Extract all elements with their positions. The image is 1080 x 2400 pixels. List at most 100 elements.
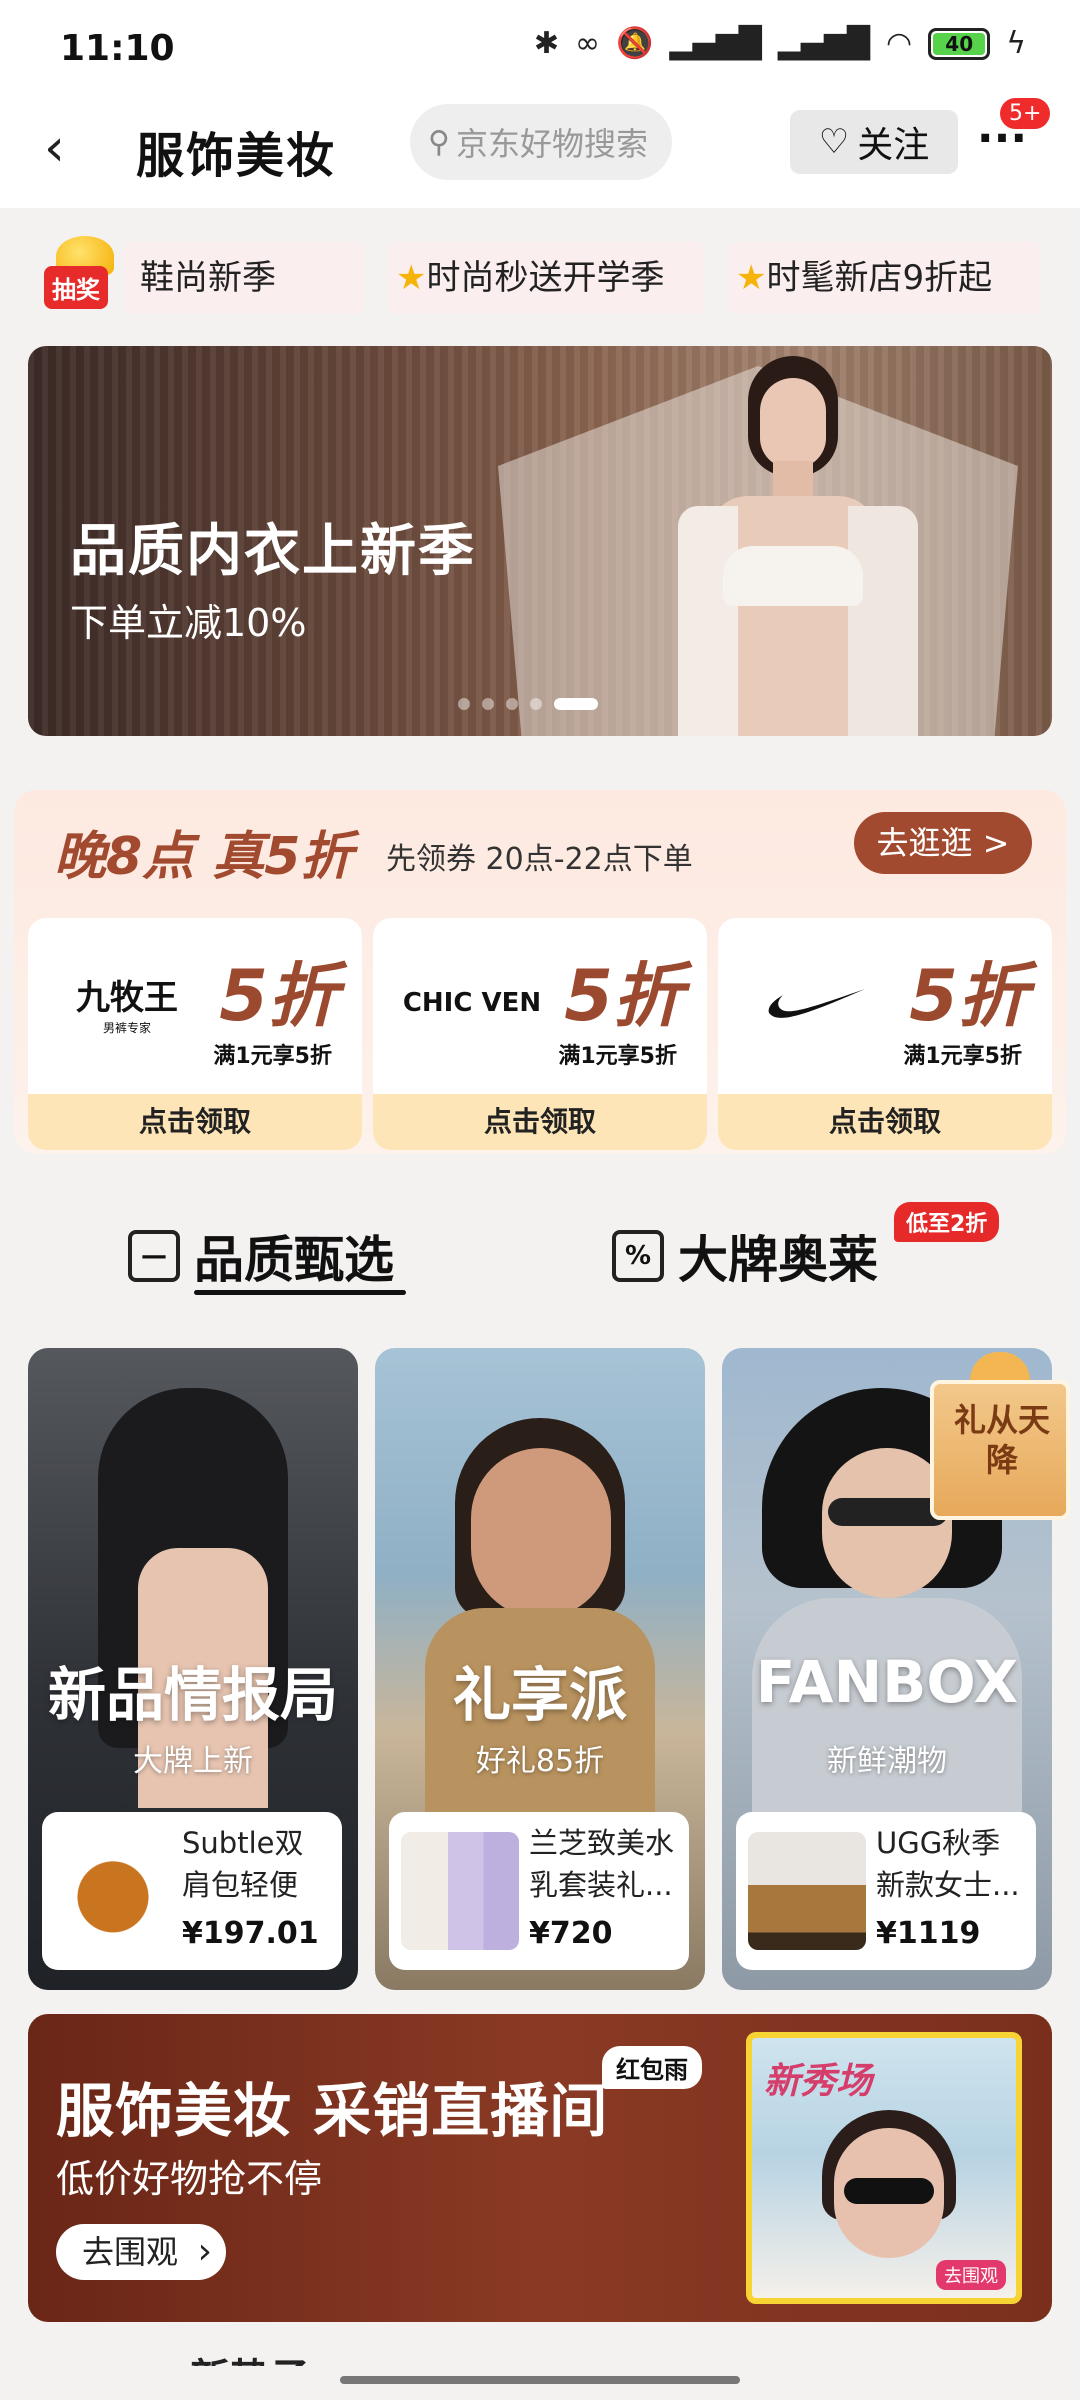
discount-value: 5折 bbox=[909, 955, 1028, 1037]
card-title: 新品情报局 bbox=[47, 1661, 338, 1729]
battery-icon: 40 bbox=[928, 27, 991, 60]
live-thumbnail[interactable]: 新秀场 去围观 bbox=[746, 2032, 1022, 2304]
active-tab-indicator bbox=[194, 1290, 406, 1295]
browse-button[interactable]: 去逛逛 > bbox=[854, 812, 1032, 874]
chevron-left-icon: ‹ bbox=[44, 118, 65, 178]
star-icon: ★ bbox=[736, 258, 767, 298]
live-title: 服饰美妆 采销直播间 bbox=[56, 2077, 609, 2145]
watch-button[interactable]: 去围观 › bbox=[56, 2224, 226, 2280]
card-title: 礼享派 bbox=[452, 1661, 627, 1729]
link-icon: ∞ bbox=[575, 26, 601, 61]
discount-tag-icon: % bbox=[612, 1230, 664, 1282]
card-subtitle: 好礼85折 bbox=[475, 1744, 605, 1779]
livestream-banner[interactable]: 服饰美妆 采销直播间 低价好物抢不停 去围观 › 红包雨 新秀场 去围观 bbox=[28, 2014, 1052, 2322]
coupon-condition: 满1元享5折 bbox=[558, 1044, 677, 1069]
product-price: ¥720 bbox=[529, 1916, 613, 1951]
product-name: Subtle双肩包轻便大... bbox=[182, 1826, 304, 1902]
mute-icon: 🔕 bbox=[616, 26, 654, 61]
back-button[interactable]: ‹ bbox=[44, 118, 104, 178]
outlet-badge: 低至2折 bbox=[894, 1202, 1000, 1242]
heart-plus-icon: ♡ bbox=[818, 122, 850, 162]
feature-card-new-arrivals[interactable]: 新品情报局 大牌上新 Subtle双肩包轻便大... ¥197.01 bbox=[28, 1348, 358, 1990]
carousel-dots bbox=[458, 698, 598, 710]
live-thumbnail-badge: 去围观 bbox=[936, 2260, 1006, 2290]
tab-label: 品质甄选 bbox=[194, 1231, 394, 1289]
claim-button[interactable]: 点击领取 bbox=[28, 1094, 362, 1150]
gift-label: 礼从天降 bbox=[953, 1401, 1050, 1479]
search-placeholder: 京东好物搜索 bbox=[455, 125, 648, 163]
banner-subtitle: 下单立减10% bbox=[70, 601, 307, 645]
status-bar: 11:10 ✱ ∞ 🔕 ▂▄▆█ ▂▄▆█ ◠ 40 ϟ bbox=[0, 0, 1080, 96]
card-subtitle: 新鲜潮物 bbox=[827, 1744, 947, 1779]
coupon-card[interactable]: 九牧王 男裤专家 5折 满1元享5折 点击领取 bbox=[28, 918, 362, 1150]
product-price: ¥197.01 bbox=[182, 1916, 319, 1951]
status-time: 11:10 bbox=[60, 28, 175, 69]
status-icons: ✱ ∞ 🔕 ▂▄▆█ ▂▄▆█ ◠ 40 ϟ bbox=[534, 26, 1026, 61]
card-subtitle: 大牌上新 bbox=[133, 1744, 253, 1779]
product-item[interactable]: Subtle双肩包轻便大... ¥197.01 bbox=[42, 1812, 342, 1970]
brand-tagline: 男裤专家 bbox=[102, 1021, 151, 1035]
follow-label: 关注 bbox=[857, 125, 930, 166]
signal-hd-icon: ▂▄▆█ bbox=[669, 26, 762, 61]
coupon-condition: 满1元享5折 bbox=[213, 1044, 332, 1069]
brand-logo: 九牧王 男裤专家 bbox=[52, 968, 202, 1038]
product-item[interactable]: 兰芝致美水乳套装礼... ¥720 bbox=[389, 1812, 689, 1970]
carousel-dot[interactable] bbox=[482, 698, 494, 710]
page-title: 服饰美妆 bbox=[136, 128, 337, 184]
coupon-condition: 满1元享5折 bbox=[903, 1044, 1022, 1069]
chevron-right-icon: › bbox=[197, 2231, 212, 2272]
product-item[interactable]: UGG秋季新款女士... ¥1119 bbox=[736, 1812, 1036, 1970]
feature-card-gift-party[interactable]: 礼享派 好礼85折 兰芝致美水乳套装礼... ¥720 bbox=[375, 1348, 705, 1990]
discount-value: 5折 bbox=[564, 955, 683, 1037]
carousel-dot[interactable] bbox=[458, 698, 470, 710]
product-thumbnail bbox=[54, 1832, 172, 1950]
lottery-button[interactable]: 抽奖 bbox=[44, 236, 124, 316]
charging-icon: ϟ bbox=[1006, 26, 1026, 61]
coupon-subtitle: 先领券 20点-22点下单 bbox=[386, 842, 693, 877]
live-thumbnail-title: 新秀场 bbox=[764, 2061, 873, 2102]
search-input[interactable]: ⚲ 京东好物搜索 bbox=[410, 104, 672, 180]
signal-hd-icon: ▂▄▆█ bbox=[777, 26, 871, 61]
carousel-dot[interactable] bbox=[530, 698, 542, 710]
follow-button[interactable]: ♡ 关注 bbox=[790, 110, 958, 174]
promo-item-label: 时髦新店9折起 bbox=[766, 258, 993, 298]
product-name: 兰芝致美水乳套装礼... bbox=[529, 1826, 675, 1902]
promo-item[interactable]: ★时尚秒送开学季 bbox=[388, 242, 704, 314]
gift-float-button[interactable]: 礼从天降 bbox=[930, 1352, 1080, 1522]
nike-swoosh-icon bbox=[742, 968, 892, 1038]
wifi-icon: ◠ bbox=[886, 26, 913, 61]
hero-banner[interactable]: 品质内衣上新季 下单立减10% bbox=[28, 346, 1052, 736]
coupon-card[interactable]: 5折 满1元享5折 点击领取 bbox=[718, 918, 1052, 1150]
brand-logo: CHIC VEN bbox=[397, 968, 547, 1038]
watch-button-label: 去围观 bbox=[82, 2233, 179, 2271]
promo-item[interactable]: ★时髦新店9折起 bbox=[728, 242, 1040, 314]
tab-quality-select[interactable]: — 品质甄选 bbox=[128, 1220, 394, 1292]
brand-name: 九牧王 bbox=[76, 978, 178, 1018]
live-subtitle: 低价好物抢不停 bbox=[56, 2157, 323, 2201]
coupon-card[interactable]: CHIC VEN 5折 满1元享5折 点击领取 bbox=[373, 918, 707, 1150]
promo-item-label: 时尚秒送开学季 bbox=[426, 258, 665, 298]
red-packet-tag: 红包雨 bbox=[602, 2046, 702, 2089]
banner-title: 品质内衣上新季 bbox=[70, 519, 476, 584]
carousel-dot[interactable] bbox=[506, 698, 518, 710]
tab-label: 大牌奥莱 bbox=[678, 1231, 878, 1289]
carousel-dot-active[interactable] bbox=[554, 698, 598, 710]
discount-value: 5折 bbox=[219, 955, 338, 1037]
star-icon: ★ bbox=[396, 258, 427, 298]
home-indicator[interactable] bbox=[340, 2376, 740, 2384]
promo-item-label: 鞋尚新季 bbox=[140, 258, 276, 298]
product-thumbnail bbox=[401, 1832, 519, 1950]
next-section-title: 新势子 bbox=[190, 2346, 310, 2366]
product-name: UGG秋季新款女士... bbox=[876, 1826, 1020, 1902]
claim-button[interactable]: 点击领取 bbox=[718, 1094, 1052, 1150]
lottery-label: 抽奖 bbox=[44, 266, 108, 309]
claim-button[interactable]: 点击领取 bbox=[373, 1094, 707, 1150]
promo-item[interactable]: 鞋尚新季 bbox=[124, 242, 364, 314]
coupon-title: 晚8点 真5折 bbox=[54, 827, 353, 887]
banner-model-image bbox=[668, 356, 918, 736]
promo-strip: 抽奖 鞋尚新季 ★时尚秒送开学季 ★时髦新店9折起 bbox=[0, 236, 1080, 316]
brand-name: CHIC VEN bbox=[402, 988, 542, 1018]
product-thumbnail bbox=[748, 1832, 866, 1950]
message-badge: 5+ bbox=[1000, 98, 1051, 129]
tab-brand-outlet[interactable]: % 大牌奥莱 bbox=[612, 1220, 878, 1292]
